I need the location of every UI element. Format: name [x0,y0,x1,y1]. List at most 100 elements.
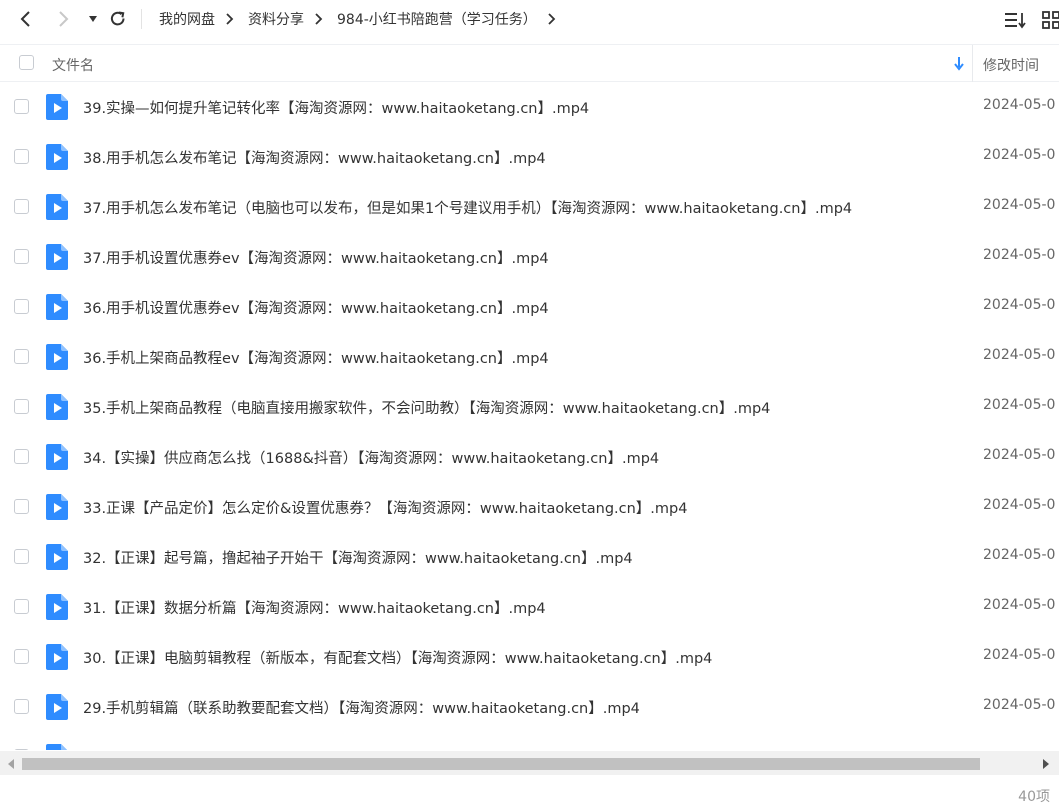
file-name[interactable]: 34.【实操】供应商怎么找（1688&抖音）【海淘资源网：www.haitaok… [83,447,659,468]
file-name[interactable]: 30.【正课】电脑剪辑教程（新版本，有配套文档）【海淘资源网：www.haita… [83,647,712,668]
video-file-icon [46,344,68,370]
video-file-icon [46,94,68,120]
column-header-name[interactable]: 文件名 [52,55,94,75]
file-name[interactable]: 31.【正课】数据分析篇【海淘资源网：www.haitaoketang.cn】.… [83,597,546,618]
file-row-checkbox[interactable] [14,199,29,214]
file-modified-time: 2024-05-0 [983,597,1056,613]
file-list: 39.实操—如何提升笔记转化率【海淘资源网：www.haitaoketang.c… [0,82,1059,750]
file-modified-time: 2024-05-0 [983,397,1056,413]
file-row-checkbox[interactable] [14,299,29,314]
column-divider[interactable] [972,45,973,82]
sort-order-button[interactable] [1004,9,1026,31]
file-name[interactable]: 36.手机上架商品教程ev【海淘资源网：www.haitaoketang.cn】… [83,347,549,368]
file-row-checkbox[interactable] [14,399,29,414]
file-row[interactable]: 37.用手机设置优惠券ev【海淘资源网：www.haitaoketang.cn】… [0,232,1059,282]
refresh-icon [110,11,125,26]
forward-button[interactable] [51,6,77,32]
file-row[interactable]: 36.用手机设置优惠券ev【海淘资源网：www.haitaoketang.cn】… [0,282,1059,332]
breadcrumb-item-current[interactable]: 984-小红书陪跑营（学习任务） [337,9,537,29]
file-row[interactable]: 32.【正课】起号篇，撸起袖子开始干【海淘资源网：www.haitaoketan… [0,532,1059,582]
history-dropdown-button[interactable] [80,6,106,32]
file-row-checkbox[interactable] [14,349,29,364]
video-file-icon [46,444,68,470]
file-row-checkbox[interactable] [14,699,29,714]
video-file-icon [46,294,68,320]
file-row-checkbox[interactable] [14,649,29,664]
scrollbar-thumb[interactable] [22,758,980,770]
file-row-checkbox[interactable] [14,749,29,750]
file-name[interactable]: 36.用手机设置优惠券ev【海淘资源网：www.haitaoketang.cn】… [83,297,549,318]
file-modified-time: 2024-05-0 [983,347,1056,363]
video-file-icon [46,744,67,750]
column-header-modified-time[interactable]: 修改时间 [983,55,1039,75]
file-modified-time: 2024-05-0 [983,297,1056,313]
file-row[interactable]: 30.【正课】电脑剪辑教程（新版本，有配套文档）【海淘资源网：www.haita… [0,632,1059,682]
refresh-button[interactable] [105,6,131,32]
top-navigation-bar: 我的网盘 资料分享 984-小红书陪跑营（学习任务） [0,0,1059,38]
file-row[interactable] [0,732,1059,750]
breadcrumb: 我的网盘 资料分享 984-小红书陪跑营（学习任务） [159,0,570,38]
file-modified-time: 2024-05-0 [983,647,1056,663]
caret-down-icon [89,16,97,22]
grid-view-button[interactable] [1040,9,1059,31]
file-modified-time: 2024-05-0 [983,247,1056,263]
file-row-checkbox[interactable] [14,99,29,114]
chevron-left-icon [20,11,30,27]
file-row[interactable]: 29.手机剪辑篇（联系助教要配套文档）【海淘资源网：www.haitaoketa… [0,682,1059,732]
file-name[interactable]: 35.手机上架商品教程（电脑直接用搬家软件，不会问助教）【海淘资源网：www.h… [83,397,770,418]
file-name[interactable]: 37.用手机设置优惠券ev【海淘资源网：www.haitaoketang.cn】… [83,247,549,268]
file-modified-time: 2024-05-0 [983,547,1056,563]
scroll-left-arrow[interactable] [4,757,18,771]
file-row[interactable]: 33.正课【产品定价】怎么定价&设置优惠券？【海淘资源网：www.haitaok… [0,482,1059,532]
file-modified-time: 2024-05-0 [983,447,1056,463]
video-file-icon [46,694,68,720]
file-modified-time: 2024-05-0 [983,497,1056,513]
file-modified-time: 2024-05-0 [983,97,1056,113]
video-file-icon [46,244,68,270]
status-bar: 40项 [0,775,1059,806]
video-file-icon [46,194,68,220]
file-row-checkbox[interactable] [14,549,29,564]
back-button[interactable] [12,6,38,32]
file-row[interactable]: 36.手机上架商品教程ev【海淘资源网：www.haitaoketang.cn】… [0,332,1059,382]
file-row[interactable]: 34.【实操】供应商怎么找（1688&抖音）【海淘资源网：www.haitaok… [0,432,1059,482]
video-file-icon [46,394,68,420]
file-row-checkbox[interactable] [14,499,29,514]
file-row[interactable]: 31.【正课】数据分析篇【海淘资源网：www.haitaoketang.cn】.… [0,582,1059,632]
file-name[interactable]: 38.用手机怎么发布笔记【海淘资源网：www.haitaoketang.cn】.… [83,147,546,168]
file-row-checkbox[interactable] [14,599,29,614]
file-name[interactable]: 29.手机剪辑篇（联系助教要配套文档）【海淘资源网：www.haitaoketa… [83,697,640,718]
video-file-icon [46,544,68,570]
chevron-right-icon [225,13,237,25]
chevron-right-icon[interactable] [547,13,559,25]
file-name[interactable]: 33.正课【产品定价】怎么定价&设置优惠券？【海淘资源网：www.haitaok… [83,497,687,518]
scroll-right-arrow[interactable] [1039,757,1053,771]
horizontal-scrollbar[interactable] [0,751,1059,775]
nav-divider [141,9,142,29]
select-all-checkbox[interactable] [19,55,34,70]
file-row-checkbox[interactable] [14,249,29,264]
breadcrumb-item-share[interactable]: 资料分享 [248,9,304,29]
triangle-right-icon [1043,759,1049,769]
chevron-right-icon [314,13,326,25]
video-file-icon [46,594,68,620]
file-name[interactable]: 32.【正课】起号篇，撸起袖子开始干【海淘资源网：www.haitaoketan… [83,547,633,568]
file-row-checkbox[interactable] [14,449,29,464]
file-list-header: 文件名 修改时间 [0,44,1059,82]
file-row[interactable]: 35.手机上架商品教程（电脑直接用搬家软件，不会问助教）【海淘资源网：www.h… [0,382,1059,432]
file-modified-time: 2024-05-0 [983,147,1056,163]
video-file-icon [46,644,68,670]
file-row[interactable]: 39.实操—如何提升笔记转化率【海淘资源网：www.haitaoketang.c… [0,82,1059,132]
file-modified-time: 2024-05-0 [983,697,1056,713]
breadcrumb-item-root[interactable]: 我的网盘 [159,9,215,29]
file-name[interactable]: 37.用手机怎么发布笔记（电脑也可以发布，但是如果1个号建议用手机）【海淘资源网… [83,197,852,218]
item-count: 40项 [1018,789,1050,805]
file-row-checkbox[interactable] [14,149,29,164]
video-file-icon [46,494,68,520]
file-row[interactable]: 38.用手机怎么发布笔记【海淘资源网：www.haitaoketang.cn】.… [0,132,1059,182]
chevron-right-icon [59,11,69,27]
triangle-left-icon [8,759,14,769]
sort-descending-icon[interactable] [952,55,966,71]
file-row[interactable]: 37.用手机怎么发布笔记（电脑也可以发布，但是如果1个号建议用手机）【海淘资源网… [0,182,1059,232]
file-name[interactable]: 39.实操—如何提升笔记转化率【海淘资源网：www.haitaoketang.c… [83,97,589,118]
